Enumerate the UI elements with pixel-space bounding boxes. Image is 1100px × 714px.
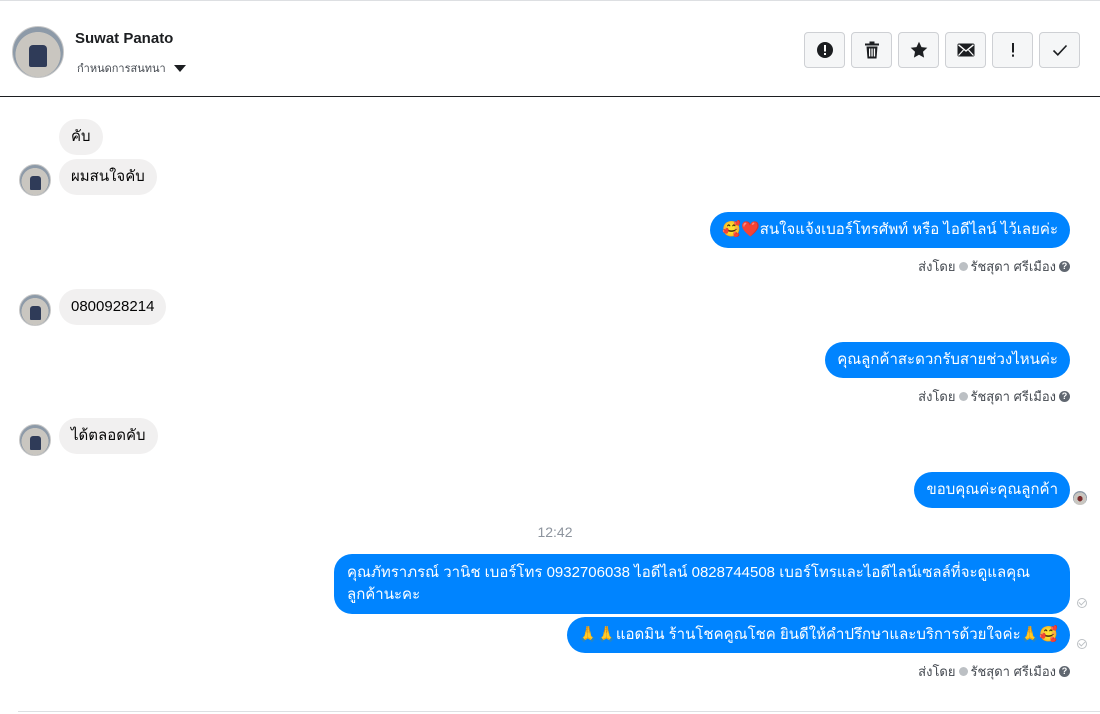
agent-avatar xyxy=(958,262,968,271)
outgoing-message[interactable]: 🥰❤️สนใจแจ้งเบอร์โทรศัพท์ หรือ ไอดีไลน์ ไ… xyxy=(710,212,1070,248)
assign-conversation-dropdown[interactable]: กำหนดการสนทนา xyxy=(77,59,186,77)
contact-avatar xyxy=(19,424,51,456)
sent-status-icon xyxy=(1077,639,1087,649)
message-thread[interactable]: คับ ผมสนใจคับ 🥰❤️สนใจแจ้งเบอร์โทรศัพท์ ห… xyxy=(0,98,1100,710)
contact-name[interactable]: Suwat Panato xyxy=(75,30,173,47)
caret-down-icon xyxy=(173,64,186,72)
sent-by-prefix: ส่งโดย xyxy=(918,389,956,404)
incoming-message[interactable]: ผมสนใจคับ xyxy=(59,159,157,195)
outgoing-message[interactable]: 🙏🙏แอดมิน ร้านโชคคูณโชค ยินดีให้คำปรึกษาแ… xyxy=(566,617,1070,653)
sent-by-prefix: ส่งโดย xyxy=(918,259,956,274)
conversation-actions xyxy=(804,32,1080,68)
assign-label: กำหนดการสนทนา xyxy=(77,63,166,75)
mark-important-button[interactable] xyxy=(992,32,1033,68)
incoming-message[interactable]: คับ xyxy=(59,119,103,155)
sent-by-label: ส่งโดย รัชสุดา ศรีเมือง ? xyxy=(918,256,1070,277)
mark-unread-button[interactable] xyxy=(945,32,986,68)
mark-done-button[interactable] xyxy=(1039,32,1080,68)
spam-button[interactable] xyxy=(804,32,845,68)
check-icon xyxy=(1052,44,1067,56)
contact-avatar xyxy=(19,294,51,326)
follow-up-button[interactable] xyxy=(898,32,939,68)
help-icon[interactable]: ? xyxy=(1059,666,1070,677)
timestamp: 12:42 xyxy=(537,524,573,540)
sent-by-name: รัชสุดา ศรีเมือง xyxy=(970,259,1057,274)
outgoing-message[interactable]: ขอบคุณค่ะคุณลูกค้า xyxy=(914,472,1070,508)
help-icon[interactable]: ? xyxy=(1059,391,1070,402)
seen-avatar xyxy=(1073,491,1087,505)
sent-by-prefix: ส่งโดย xyxy=(918,664,956,679)
incoming-message[interactable]: 0800928214 xyxy=(59,289,167,325)
trash-icon xyxy=(864,41,879,59)
sent-by-name: รัชสุดา ศรีเมือง xyxy=(970,389,1057,404)
sent-by-label: ส่งโดย รัชสุดา ศรีเมือง ? xyxy=(918,386,1070,407)
composer-divider xyxy=(18,711,1100,712)
conversation-header: Suwat Panato กำหนดการสนทนา xyxy=(0,0,1100,97)
star-icon xyxy=(910,41,927,58)
outgoing-message[interactable]: คุณลูกค้าสะดวกรับสายช่วงไหนค่ะ xyxy=(825,342,1070,378)
contact-avatar[interactable] xyxy=(12,26,64,78)
help-icon[interactable]: ? xyxy=(1059,261,1070,272)
incoming-message[interactable]: ได้ตลอดคับ xyxy=(59,418,158,454)
sent-by-name: รัชสุดา ศรีเมือง xyxy=(970,664,1057,679)
agent-avatar xyxy=(958,392,968,401)
delete-button[interactable] xyxy=(851,32,892,68)
sent-status-icon xyxy=(1077,598,1087,608)
envelope-icon xyxy=(957,43,974,57)
exclamation-icon xyxy=(1011,43,1014,57)
outgoing-message[interactable]: คุณภัทราภรณ์ วานิช เบอร์โทร 0932706038 ไ… xyxy=(334,554,1070,614)
agent-avatar xyxy=(958,667,968,676)
contact-avatar xyxy=(19,164,51,196)
sent-by-label: ส่งโดย รัชสุดา ศรีเมือง ? xyxy=(918,661,1070,682)
alert-circle-icon xyxy=(816,42,833,58)
